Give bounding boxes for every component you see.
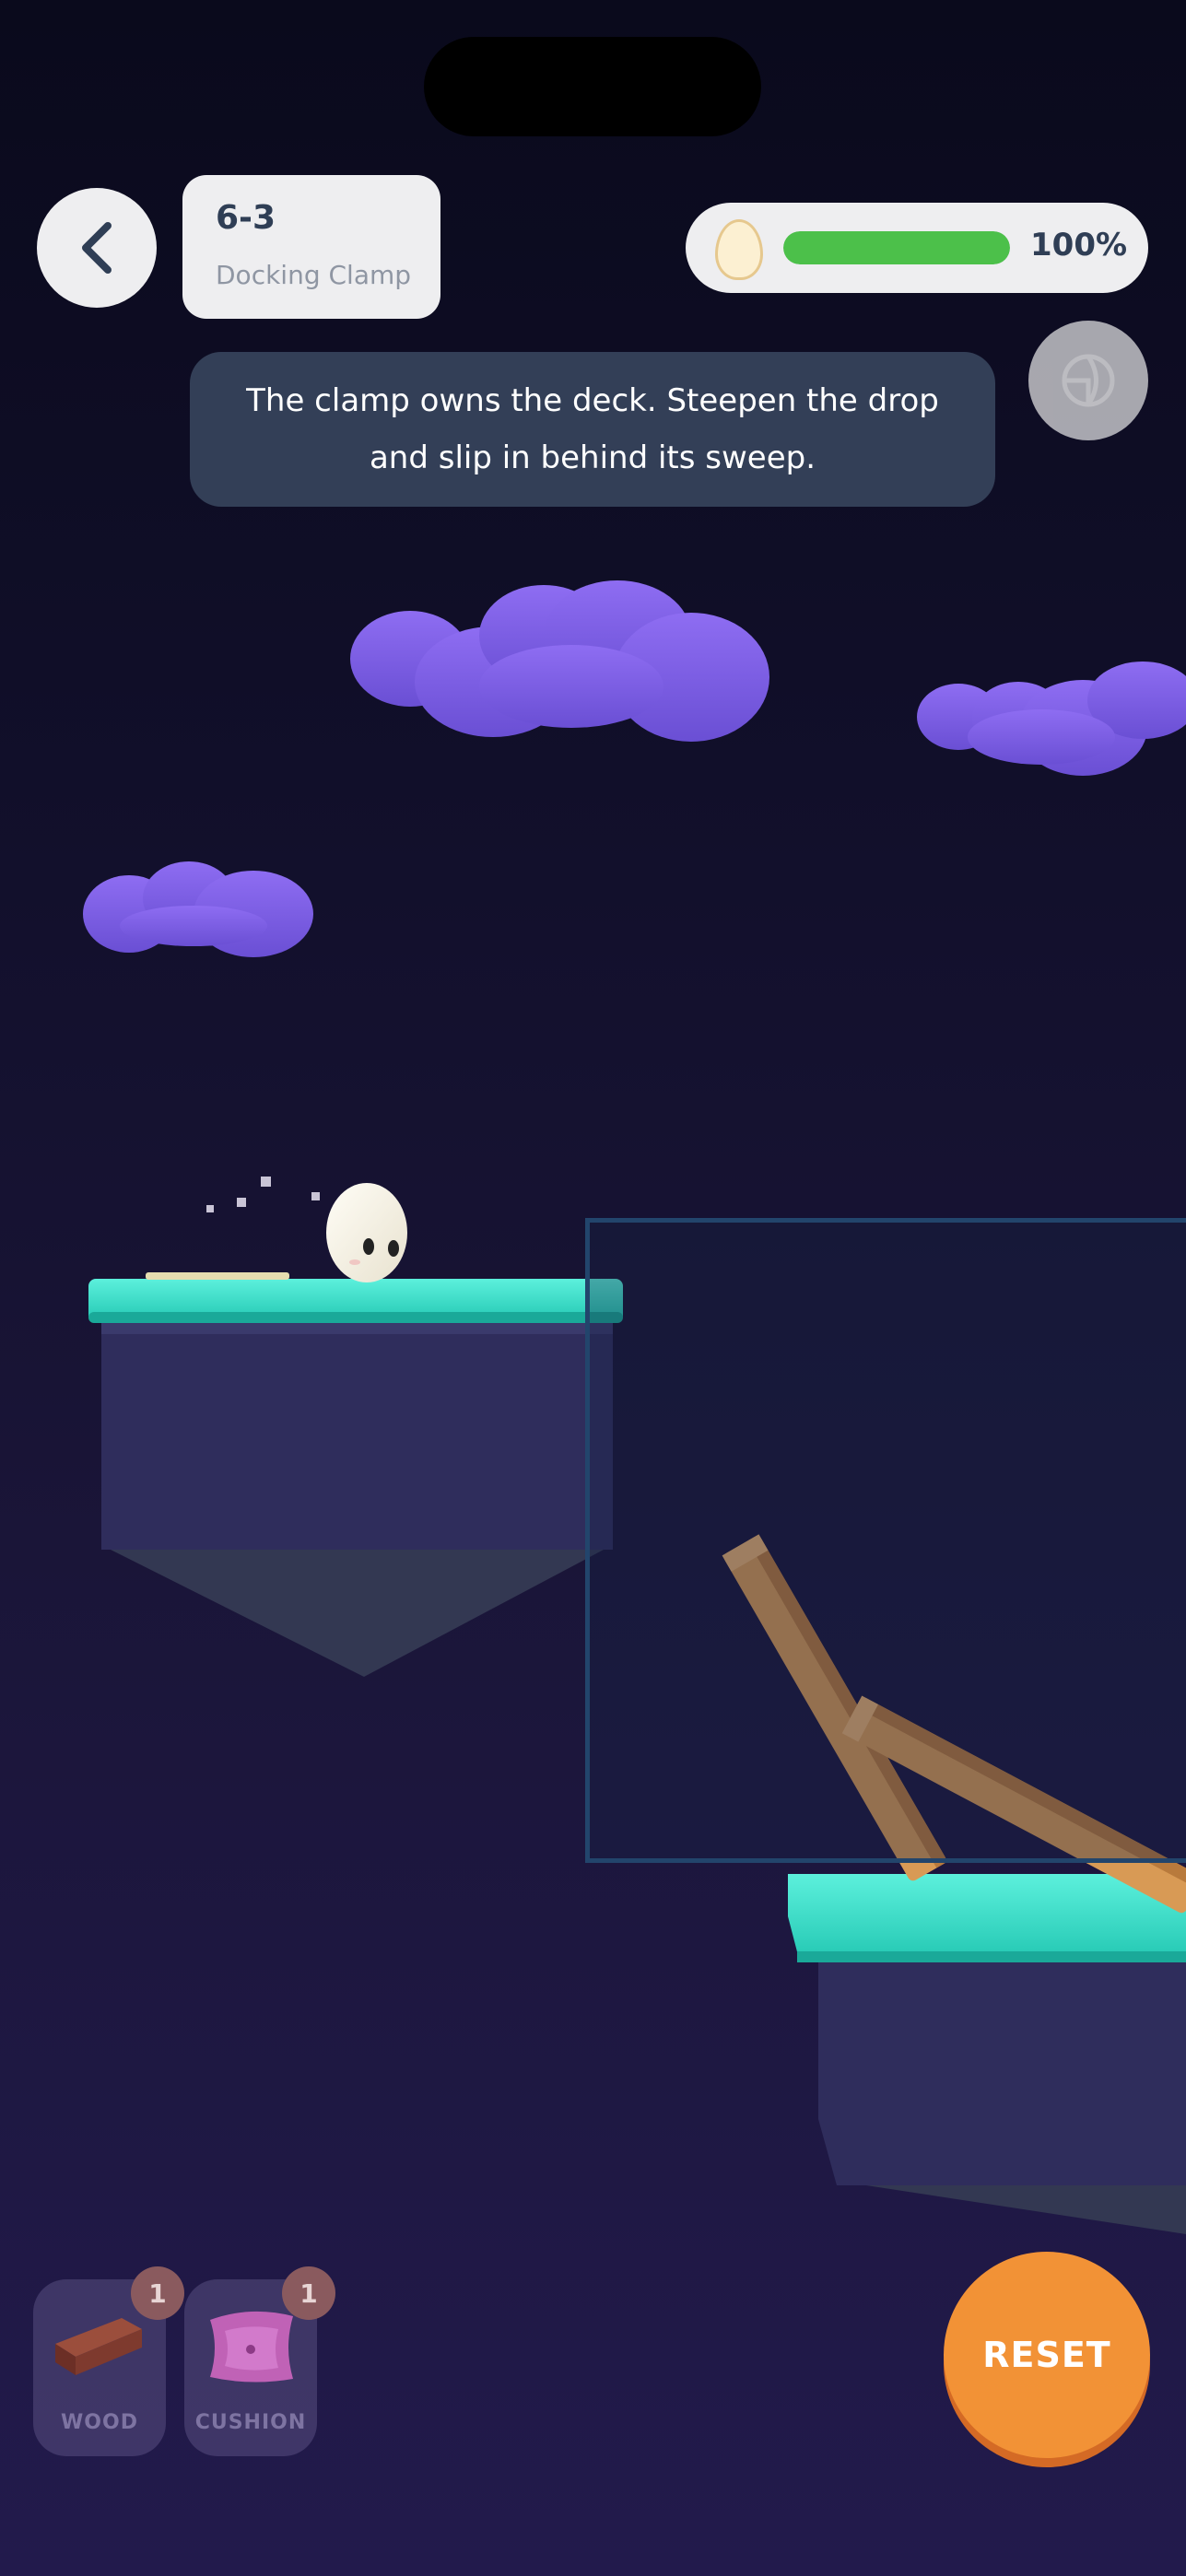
level-number: 6-3 [216, 199, 276, 237]
platform-right [788, 1874, 1186, 2234]
chevron-left-icon [82, 222, 112, 274]
hint-text: The clamp owns the deck. Steepen the dro… [246, 382, 939, 476]
inventory-cushion-label: CUSHION [194, 2411, 307, 2434]
reset-button[interactable]: RESET [944, 2252, 1150, 2467]
cushion-icon [210, 2311, 293, 2383]
progress-bar [783, 231, 1010, 264]
docking-deck-zone [585, 1218, 1186, 1863]
inventory-cushion[interactable]: CUSHION 1 [184, 2266, 335, 2456]
level-info-card: 6-3 Docking Clamp [182, 175, 440, 319]
globe-icon [1062, 354, 1115, 407]
progress-percent: 100% [1030, 227, 1128, 263]
egg-icon [715, 219, 763, 280]
inventory-cushion-count: 1 [282, 2266, 335, 2320]
reset-button-label: RESET [944, 2252, 1150, 2458]
level-name: Docking Clamp [216, 260, 412, 290]
wood-plank-icon [55, 2318, 142, 2375]
progress-bar-fill [783, 231, 1010, 264]
egg-health-meter: 100% [686, 203, 1148, 293]
globe-button[interactable] [1028, 321, 1148, 440]
egg-character [326, 1183, 407, 1282]
hint-bubble: The clamp owns the deck. Steepen the dro… [190, 352, 995, 507]
platform-left [88, 1272, 623, 1677]
inventory-wood-count: 1 [131, 2266, 184, 2320]
cloud-right [917, 662, 1186, 776]
inventory-wood-label: WOOD [61, 2411, 138, 2434]
inventory-wood[interactable]: WOOD 1 [33, 2266, 184, 2456]
cloud-large [350, 580, 769, 742]
dust-particles [206, 1177, 320, 1212]
cloud-left [83, 861, 313, 957]
back-button[interactable] [37, 188, 157, 308]
